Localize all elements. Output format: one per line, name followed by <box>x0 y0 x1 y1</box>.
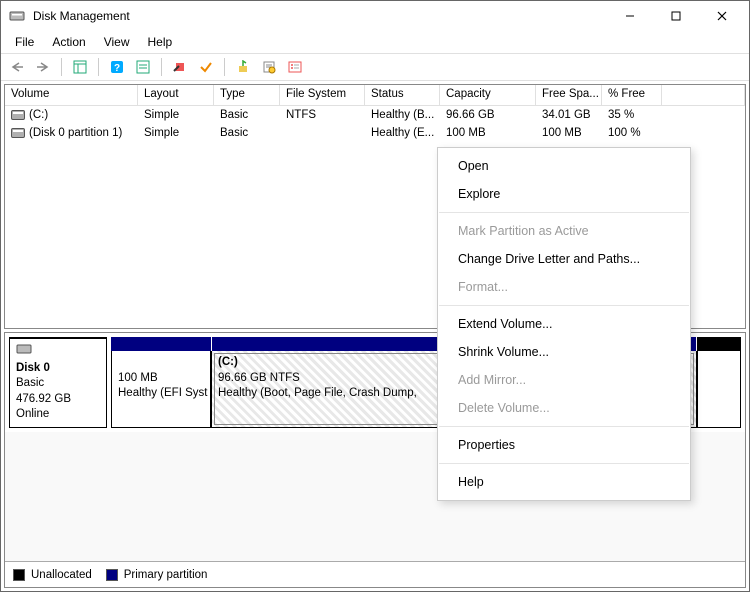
cell-free: 34.01 GB <box>536 108 602 122</box>
back-button[interactable] <box>5 56 29 78</box>
part-title: (C:) <box>218 356 238 368</box>
disk-management-window: Disk Management File Action View Help ? … <box>0 0 750 592</box>
close-button[interactable] <box>699 1 745 31</box>
disk-state: Online <box>16 408 49 420</box>
list-button[interactable] <box>283 56 307 78</box>
ctx-delete: Delete Volume... <box>438 394 690 422</box>
separator <box>439 426 689 427</box>
cell-pct: 100 % <box>602 126 662 140</box>
cell-fs: NTFS <box>280 108 365 122</box>
minimize-button[interactable] <box>607 1 653 31</box>
separator <box>98 58 99 76</box>
refresh-button[interactable] <box>168 56 192 78</box>
check-icon[interactable] <box>194 56 218 78</box>
disk-type: Basic <box>16 377 44 389</box>
menu-view[interactable]: View <box>96 35 138 49</box>
svg-text:?: ? <box>114 63 120 74</box>
ctx-extend[interactable]: Extend Volume... <box>438 310 690 338</box>
col-volume[interactable]: Volume <box>5 85 138 106</box>
help-button[interactable]: ? <box>105 56 129 78</box>
separator <box>439 305 689 306</box>
swatch-unallocated <box>13 569 25 581</box>
separator <box>61 58 62 76</box>
col-capacity[interactable]: Capacity <box>440 85 536 106</box>
column-headers: Volume Layout Type File System Status Ca… <box>5 85 745 106</box>
cell-layout: Simple <box>138 126 214 140</box>
partition-unallocated[interactable] <box>697 351 741 428</box>
settings-button[interactable] <box>131 56 155 78</box>
separator <box>161 58 162 76</box>
ctx-format: Format... <box>438 273 690 301</box>
cell-type: Basic <box>214 126 280 140</box>
cell-cap: 100 MB <box>440 126 536 140</box>
menubar: File Action View Help <box>1 31 749 53</box>
swatch-primary <box>106 569 118 581</box>
separator <box>224 58 225 76</box>
ctx-add-mirror: Add Mirror... <box>438 366 690 394</box>
bar-unallocated <box>697 337 741 351</box>
volume-row[interactable]: (C:) Simple Basic NTFS Healthy (B... 96.… <box>5 106 745 124</box>
separator <box>439 212 689 213</box>
disk-label: Disk 0 <box>16 362 50 374</box>
cell-type: Basic <box>214 108 280 122</box>
maximize-button[interactable] <box>653 1 699 31</box>
disk-icon <box>16 343 32 355</box>
part-size: 100 MB <box>118 372 158 384</box>
legend-unallocated: Unallocated <box>31 569 92 581</box>
col-type[interactable]: Type <box>214 85 280 106</box>
ctx-shrink[interactable]: Shrink Volume... <box>438 338 690 366</box>
disk-size: 476.92 GB <box>16 393 71 405</box>
app-icon <box>9 8 25 24</box>
ctx-mark-active: Mark Partition as Active <box>438 217 690 245</box>
show-hide-tree-button[interactable] <box>68 56 92 78</box>
part-status: Healthy (Boot, Page File, Crash Dump, <box>218 387 417 399</box>
col-filesystem[interactable]: File System <box>280 85 365 106</box>
cell-free: 100 MB <box>536 126 602 140</box>
col-free[interactable]: Free Spa... <box>536 85 602 106</box>
ctx-properties[interactable]: Properties <box>438 431 690 459</box>
cell-status: Healthy (B... <box>365 108 440 122</box>
part-status: Healthy (EFI Syst <box>118 387 207 399</box>
menu-file[interactable]: File <box>7 35 42 49</box>
cell-fs <box>280 132 365 134</box>
volume-row[interactable]: (Disk 0 partition 1) Simple Basic Health… <box>5 124 745 142</box>
context-menu: Open Explore Mark Partition as Active Ch… <box>437 147 691 501</box>
forward-button[interactable] <box>31 56 55 78</box>
cell-status: Healthy (E... <box>365 126 440 140</box>
legend-primary: Primary partition <box>124 569 208 581</box>
legend: Unallocated Primary partition <box>5 561 745 587</box>
drive-icon <box>11 128 25 138</box>
partition-efi[interactable]: 100 MB Healthy (EFI Syst <box>111 351 211 428</box>
volume-name: (Disk 0 partition 1) <box>29 127 122 139</box>
ctx-change-letter[interactable]: Change Drive Letter and Paths... <box>438 245 690 273</box>
menu-help[interactable]: Help <box>140 35 181 49</box>
col-spare <box>662 85 745 106</box>
part-size: 96.66 GB NTFS <box>218 372 300 384</box>
properties-button[interactable] <box>257 56 281 78</box>
col-layout[interactable]: Layout <box>138 85 214 106</box>
menu-action[interactable]: Action <box>44 35 93 49</box>
bar-primary <box>111 337 211 351</box>
cell-cap: 96.66 GB <box>440 108 536 122</box>
window-controls <box>607 1 745 31</box>
volume-name: (C:) <box>29 109 48 121</box>
window-title: Disk Management <box>33 9 607 23</box>
col-pct[interactable]: % Free <box>602 85 662 106</box>
ctx-open[interactable]: Open <box>438 152 690 180</box>
rescan-button[interactable] <box>231 56 255 78</box>
ctx-explore[interactable]: Explore <box>438 180 690 208</box>
titlebar: Disk Management <box>1 1 749 31</box>
separator <box>439 463 689 464</box>
toolbar: ? <box>1 53 749 81</box>
disk-info[interactable]: Disk 0 Basic 476.92 GB Online <box>9 337 107 428</box>
col-status[interactable]: Status <box>365 85 440 106</box>
ctx-help[interactable]: Help <box>438 468 690 496</box>
drive-icon <box>11 110 25 120</box>
cell-layout: Simple <box>138 108 214 122</box>
cell-pct: 35 % <box>602 108 662 122</box>
